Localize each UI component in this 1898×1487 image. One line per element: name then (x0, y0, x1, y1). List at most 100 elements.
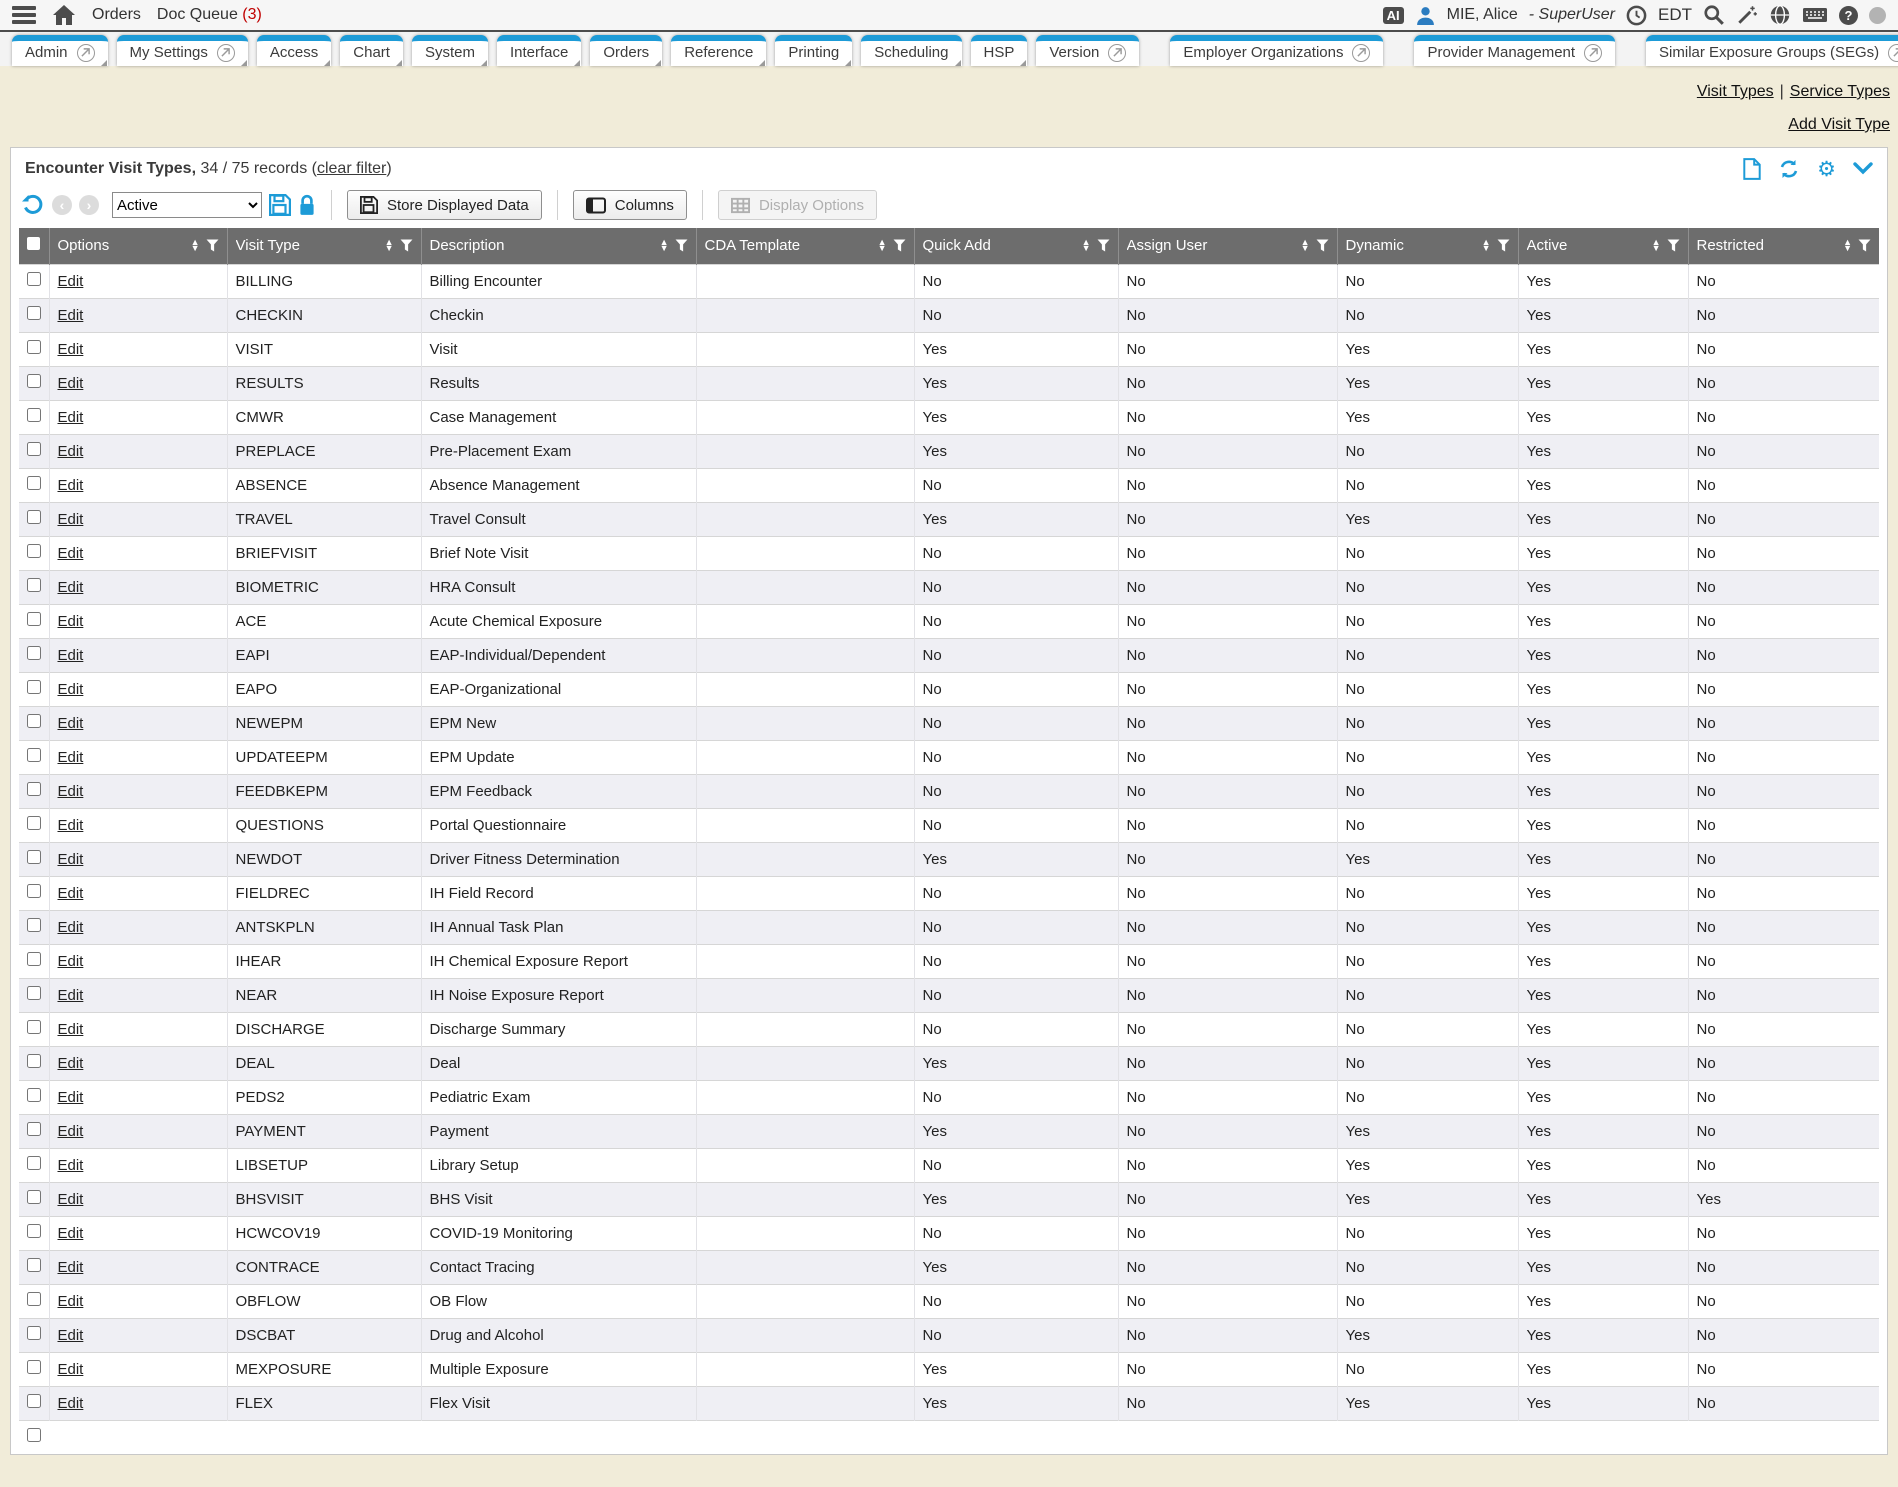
column-header-restricted[interactable]: Restricted▲▼ (1688, 228, 1879, 264)
service-types-link[interactable]: Service Types (1790, 83, 1890, 100)
popout-icon[interactable] (1888, 44, 1898, 62)
row-checkbox[interactable] (27, 1190, 41, 1204)
tab-orders[interactable]: Orders (590, 35, 662, 66)
clock-icon[interactable] (1626, 5, 1647, 26)
tab-scheduling[interactable]: Scheduling (861, 35, 961, 66)
sort-icon[interactable]: ▲▼ (660, 240, 669, 251)
lock-icon[interactable] (298, 194, 316, 216)
tab-provider-management[interactable]: Provider Management (1414, 35, 1615, 66)
edit-link[interactable]: Edit (58, 987, 84, 1004)
tab-similar-exposure-groups-segs[interactable]: Similar Exposure Groups (SEGs) (1646, 35, 1898, 66)
row-checkbox[interactable] (27, 816, 41, 830)
row-checkbox[interactable] (27, 1360, 41, 1374)
edit-link[interactable]: Edit (58, 749, 84, 766)
edit-link[interactable]: Edit (58, 1259, 84, 1276)
sort-icon[interactable]: ▲▼ (1082, 240, 1091, 251)
edit-link[interactable]: Edit (58, 477, 84, 494)
column-header-description[interactable]: Description▲▼ (421, 228, 696, 264)
row-checkbox[interactable] (27, 272, 41, 286)
prev-icon[interactable]: ‹ (52, 195, 72, 215)
select-all-header[interactable] (19, 228, 49, 264)
globe-icon[interactable] (1769, 4, 1791, 26)
edit-link[interactable]: Edit (58, 511, 84, 528)
sort-icon[interactable]: ▲▼ (1652, 240, 1661, 251)
filter-funnel-icon[interactable] (1497, 239, 1510, 252)
edit-link[interactable]: Edit (58, 681, 84, 698)
row-checkbox[interactable] (27, 884, 41, 898)
menu-icon[interactable] (12, 6, 36, 24)
row-checkbox[interactable] (27, 408, 41, 422)
edit-link[interactable]: Edit (58, 851, 84, 868)
popout-icon[interactable] (1352, 44, 1370, 62)
tab-my-settings[interactable]: My Settings (117, 35, 248, 66)
column-header-quick-add[interactable]: Quick Add▲▼ (914, 228, 1118, 264)
row-checkbox[interactable] (27, 340, 41, 354)
row-checkbox[interactable] (27, 952, 41, 966)
footer-checkbox[interactable] (27, 1428, 41, 1442)
sort-icon[interactable]: ▲▼ (385, 240, 394, 251)
edit-link[interactable]: Edit (58, 409, 84, 426)
row-checkbox[interactable] (27, 544, 41, 558)
row-checkbox[interactable] (27, 1224, 41, 1238)
edit-link[interactable]: Edit (58, 1123, 84, 1140)
row-checkbox[interactable] (27, 986, 41, 1000)
gear-icon[interactable]: ⚙ (1817, 159, 1836, 180)
edit-link[interactable]: Edit (58, 1395, 84, 1412)
edit-link[interactable]: Edit (58, 1055, 84, 1072)
edit-link[interactable]: Edit (58, 613, 84, 630)
edit-link[interactable]: Edit (58, 1361, 84, 1378)
column-header-visit-type[interactable]: Visit Type▲▼ (227, 228, 421, 264)
tab-reference[interactable]: Reference (671, 35, 766, 66)
new-document-icon[interactable] (1743, 158, 1761, 180)
filter-funnel-icon[interactable] (1667, 239, 1680, 252)
filter-funnel-icon[interactable] (1097, 239, 1110, 252)
edit-link[interactable]: Edit (58, 783, 84, 800)
row-checkbox[interactable] (27, 1292, 41, 1306)
row-checkbox[interactable] (27, 748, 41, 762)
row-checkbox[interactable] (27, 714, 41, 728)
row-checkbox[interactable] (27, 1088, 41, 1102)
tab-version[interactable]: Version (1036, 35, 1139, 66)
edit-link[interactable]: Edit (58, 953, 84, 970)
filter-funnel-icon[interactable] (893, 239, 906, 252)
filter-funnel-icon[interactable] (675, 239, 688, 252)
filter-funnel-icon[interactable] (1858, 239, 1871, 252)
undo-icon[interactable] (21, 193, 45, 217)
edit-link[interactable]: Edit (58, 1157, 84, 1174)
topbar-link-orders[interactable]: Orders (92, 6, 141, 24)
tab-chart[interactable]: Chart (340, 35, 403, 66)
edit-link[interactable]: Edit (58, 1089, 84, 1106)
tab-employer-organizations[interactable]: Employer Organizations (1170, 35, 1383, 66)
edit-link[interactable]: Edit (58, 307, 84, 324)
select-all-checkbox[interactable] (27, 237, 40, 250)
tab-interface[interactable]: Interface (497, 35, 581, 66)
visit-types-link[interactable]: Visit Types (1697, 83, 1774, 100)
edit-link[interactable]: Edit (58, 375, 84, 392)
status-filter-select[interactable]: Active (112, 192, 262, 218)
popout-icon[interactable] (1584, 44, 1602, 62)
sort-icon[interactable]: ▲▼ (878, 240, 887, 251)
home-icon[interactable] (52, 4, 76, 26)
refresh-icon[interactable] (1778, 158, 1800, 180)
edit-link[interactable]: Edit (58, 341, 84, 358)
filter-funnel-icon[interactable] (206, 239, 219, 252)
edit-link[interactable]: Edit (58, 273, 84, 290)
tab-printing[interactable]: Printing (775, 35, 852, 66)
row-checkbox[interactable] (27, 1156, 41, 1170)
edit-link[interactable]: Edit (58, 1225, 84, 1242)
sort-icon[interactable]: ▲▼ (1843, 240, 1852, 251)
edit-link[interactable]: Edit (58, 919, 84, 936)
row-checkbox[interactable] (27, 850, 41, 864)
popout-icon[interactable] (1108, 44, 1126, 62)
sort-icon[interactable]: ▲▼ (1482, 240, 1491, 251)
popout-icon[interactable] (77, 44, 95, 62)
row-checkbox[interactable] (27, 306, 41, 320)
row-checkbox[interactable] (27, 646, 41, 660)
wand-icon[interactable] (1736, 4, 1758, 26)
keyboard-icon[interactable] (1802, 5, 1828, 25)
column-header-dynamic[interactable]: Dynamic▲▼ (1337, 228, 1518, 264)
tab-access[interactable]: Access (257, 35, 331, 66)
add-visit-type-link[interactable]: Add Visit Type (1788, 116, 1890, 133)
help-icon[interactable]: ? (1839, 6, 1858, 25)
edit-link[interactable]: Edit (58, 443, 84, 460)
